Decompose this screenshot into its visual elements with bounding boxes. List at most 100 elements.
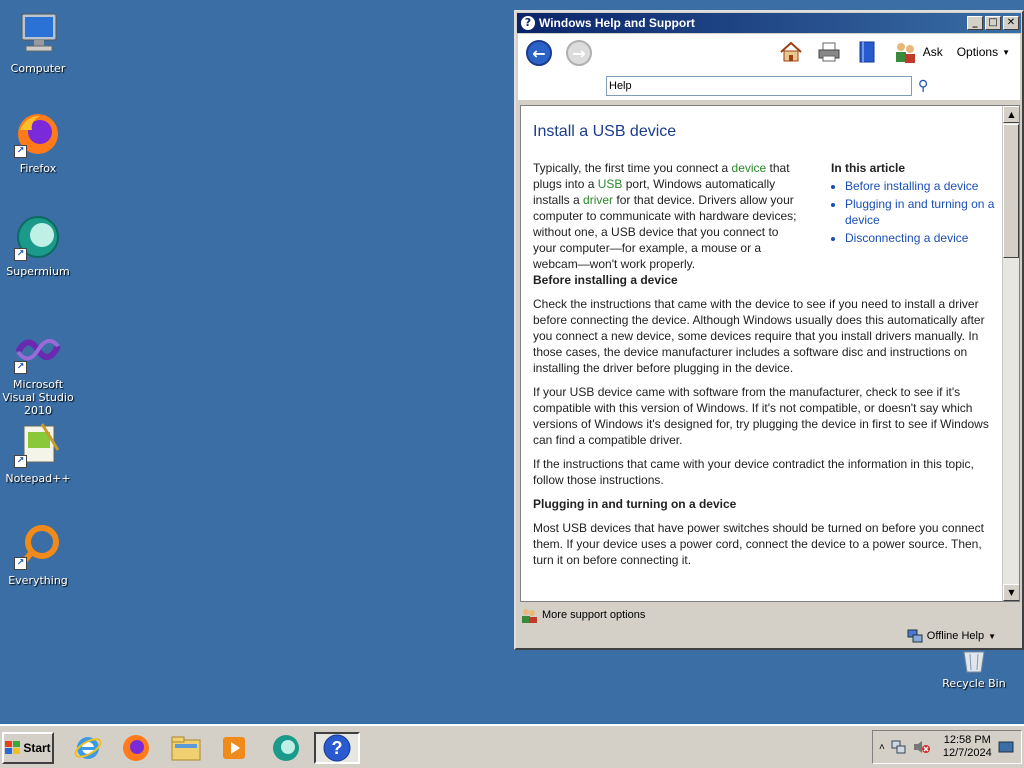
supermium-icon (273, 735, 299, 761)
vertical-scrollbar[interactable]: ▲ ▼ (1002, 106, 1019, 601)
desktop-icon-label: Everything (8, 574, 68, 587)
home-icon (780, 41, 802, 62)
offline-help-menu[interactable]: Offline Help ▼ (907, 627, 996, 645)
clock-time: 12:58 PM (943, 734, 991, 746)
arrow-right-icon: → (572, 43, 586, 63)
taskbar-supermium[interactable] (268, 732, 304, 764)
print-button[interactable] (817, 40, 841, 64)
intro-text: Typically, the first time you connect a (533, 161, 732, 175)
start-button[interactable]: Start (2, 732, 54, 764)
clock[interactable]: 12:58 PM 12/7/2024 (943, 734, 992, 760)
search-row: ⚲ (518, 72, 1020, 100)
more-support-options-link[interactable]: More support options (520, 605, 645, 625)
article-intro: Typically, the first time you connect a … (533, 160, 797, 272)
help-window: ? Windows Help and Support _ □ ✕ ← → Ask (514, 10, 1024, 650)
search-input[interactable] (606, 76, 912, 96)
section-paragraph: If the instructions that came with your … (533, 457, 974, 487)
network-icon (907, 629, 923, 643)
glossary-link-usb[interactable]: USB (598, 177, 623, 191)
maximize-button[interactable]: □ (985, 16, 1001, 30)
visual-studio-icon: ↗ (14, 326, 62, 374)
taskbar-help-and-support[interactable]: ? (314, 732, 360, 764)
toc-link-plugging-in[interactable]: Plugging in and turning on a device (845, 196, 995, 228)
firefox-icon (123, 735, 149, 761)
in-this-article-box: In this article Before installing a devi… (811, 160, 995, 248)
supermium-icon: ↗ (14, 213, 62, 261)
back-button[interactable]: ← (526, 40, 552, 66)
shortcut-arrow-icon: ↗ (14, 455, 27, 468)
clock-date: 12/7/2024 (942, 747, 992, 759)
browse-help-button[interactable] (855, 40, 879, 64)
start-label: Start (23, 741, 51, 755)
notepadpp-icon: ↗ (14, 420, 62, 468)
chevron-down-icon: ▼ (1002, 47, 1010, 57)
desktop-icon-supermium[interactable]: ↗ Supermium (0, 213, 76, 278)
show-hidden-icons-chevron-icon[interactable]: ˄ (879, 742, 885, 753)
firefox-icon: ↗ (14, 110, 62, 158)
everything-icon: ↗ (14, 522, 62, 570)
desktop-icon-notepadpp[interactable]: ↗ Notepad++ (0, 420, 76, 485)
printer-icon (818, 42, 840, 62)
window-titlebar[interactable]: ? Windows Help and Support _ □ ✕ (517, 13, 1021, 33)
desktop-icon-everything[interactable]: ↗ Everything (0, 522, 76, 587)
taskbar-firefox[interactable] (118, 732, 154, 764)
glossary-link-driver[interactable]: driver (583, 193, 613, 207)
show-desktop-icon[interactable] (998, 740, 1014, 754)
book-icon (859, 41, 875, 63)
close-button[interactable]: ✕ (1003, 16, 1019, 30)
window-title: Windows Help and Support (539, 16, 695, 30)
help-icon: ? (323, 734, 351, 762)
options-menu[interactable]: Options ▼ (957, 45, 1010, 59)
section-paragraph: Most USB devices that have power switche… (533, 521, 984, 567)
help-icon: ? (521, 16, 535, 30)
desktop-icon-firefox[interactable]: ↗ Firefox (0, 110, 76, 175)
network-icon[interactable] (891, 740, 907, 754)
glossary-link-device[interactable]: device (732, 161, 767, 175)
shortcut-arrow-icon: ↗ (14, 557, 27, 570)
toc-link-before-installing[interactable]: Before installing a device (845, 178, 995, 194)
minimize-button[interactable]: _ (967, 16, 983, 30)
article-title: Install a USB device (533, 123, 677, 140)
system-tray: ˄ 12:58 PM 12/7/2024 (872, 730, 1022, 764)
search-icon[interactable]: ⚲ (918, 78, 928, 94)
shortcut-arrow-icon: ↗ (14, 145, 27, 158)
arrow-left-icon: ← (532, 43, 546, 63)
section-heading-plugging-in: Plugging in and turning on a device (533, 497, 737, 511)
internet-explorer-icon (74, 737, 102, 759)
windows-logo-icon (5, 741, 21, 754)
article: Install a USB device Typically, the firs… (533, 124, 995, 576)
in-this-article-heading: In this article (831, 161, 906, 175)
toc-link-disconnecting[interactable]: Disconnecting a device (845, 230, 995, 246)
desktop-icon-visual-studio[interactable]: ↗ Microsoft Visual Studio 2010 (0, 326, 76, 417)
media-player-icon (223, 737, 245, 759)
ask-label: Ask (922, 45, 943, 59)
volume-muted-icon[interactable] (913, 740, 931, 754)
article-pane[interactable]: Install a USB device Typically, the firs… (520, 105, 1020, 602)
options-label: Options (956, 45, 999, 59)
desktop-icon-recycle-bin[interactable]: Recycle Bin (938, 650, 1010, 690)
taskbar-media-player[interactable] (216, 732, 252, 764)
offline-help-label: Offline Help (926, 630, 985, 642)
people-icon (522, 609, 537, 623)
chevron-down-icon: ▼ (988, 631, 996, 641)
home-button[interactable] (779, 40, 803, 64)
svg-text:?: ? (332, 738, 343, 758)
desktop-icon-label: Microsoft Visual Studio 2010 (2, 378, 74, 417)
scroll-up-button[interactable]: ▲ (1003, 106, 1019, 123)
forward-button[interactable]: → (566, 40, 592, 66)
shortcut-arrow-icon: ↗ (14, 248, 27, 261)
desktop-icon-computer[interactable]: Computer (0, 10, 76, 75)
scroll-down-button[interactable]: ▼ (1003, 584, 1019, 601)
section-paragraph: Check the instructions that came with th… (533, 297, 985, 375)
desktop-icon-label: Notepad++ (5, 472, 71, 485)
taskbar-explorer[interactable] (168, 732, 204, 764)
desktop-icon-label: Supermium (6, 265, 70, 278)
taskbar-internet-explorer[interactable] (70, 732, 106, 764)
section-heading-before-installing: Before installing a device (533, 273, 678, 287)
shortcut-arrow-icon: ↗ (14, 361, 27, 374)
taskbar: Start ? ˄ 12:58 PM 12/7/2024 (0, 724, 1024, 768)
more-support-label: More support options (542, 609, 646, 621)
ask-button[interactable]: Ask (893, 40, 943, 64)
people-icon (895, 43, 915, 63)
scroll-thumb[interactable] (1003, 124, 1019, 258)
